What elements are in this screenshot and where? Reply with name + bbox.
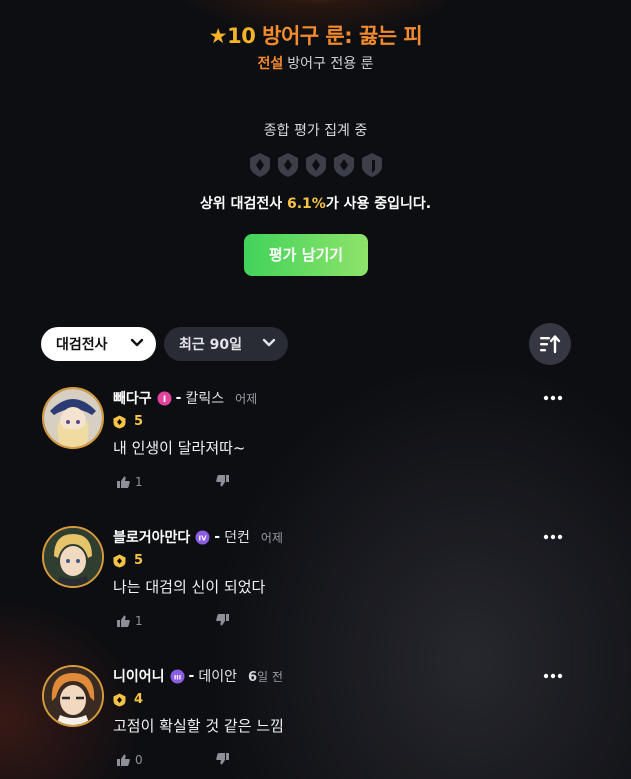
comment-time: 어제 — [260, 530, 283, 545]
character-name: 던컨 — [224, 530, 250, 546]
shield-icon — [305, 153, 326, 177]
avatar[interactable] — [42, 526, 104, 588]
comment-time: 6일 전 — [247, 669, 283, 685]
svg-text:III: III — [173, 673, 180, 681]
comment-header: 블로거아만다 IV - 던컨 어제 — [113, 526, 283, 548]
comment-rating: 4 — [113, 692, 143, 707]
rune-name: 방어구 룬: 끓는 피 — [262, 24, 423, 48]
avatar[interactable] — [42, 387, 104, 449]
period-filter-label: 최근 90일 — [179, 337, 242, 353]
rating-shield-icon — [113, 693, 126, 706]
svg-text:IV: IV — [199, 534, 208, 542]
usage-text: 상위 대검전사 6.1%가 사용 중입니다. — [0, 193, 631, 213]
username[interactable]: 니이어니 — [113, 666, 165, 686]
username[interactable]: 블로거아만다 — [113, 527, 190, 547]
like-count: 1 — [135, 614, 143, 628]
comment-header: 빼다구 I - 칼릭스 어제 — [113, 387, 257, 409]
thumbs-up-icon — [117, 476, 130, 488]
like-button[interactable]: 0 — [117, 753, 143, 767]
avatar[interactable] — [42, 665, 104, 727]
like-count: 0 — [135, 753, 143, 767]
rune-grade: 전설 — [257, 56, 284, 72]
character-name: 데이안 — [198, 669, 237, 685]
comment-text: 내 인생이 달라져따~ — [113, 439, 246, 457]
rating-shield-icon — [113, 415, 126, 428]
username[interactable]: 빼다구 — [113, 388, 152, 408]
separator-dash: - — [175, 390, 182, 406]
like-button[interactable]: 1 — [117, 475, 143, 489]
rune-title: ★10 방어구 룬: 끓는 피 — [0, 20, 631, 50]
thumbs-down-icon[interactable] — [216, 614, 229, 626]
chevron-down-icon — [262, 338, 276, 347]
rating-value: 4 — [134, 692, 144, 707]
more-options-icon[interactable] — [542, 389, 564, 407]
usage-suffix: 가 사용 중입니다. — [325, 196, 432, 212]
thumbs-down-icon[interactable] — [216, 753, 229, 765]
leave-review-button[interactable]: 평가 남기기 — [244, 234, 368, 276]
rank-badge-icon: IV — [195, 530, 210, 544]
shield-icon — [249, 153, 270, 177]
separator-dash: - — [188, 668, 195, 684]
sort-up-icon — [540, 335, 561, 354]
svg-text:I: I — [162, 395, 165, 405]
rating-shield-icon — [113, 554, 126, 567]
more-options-icon[interactable] — [542, 528, 564, 546]
separator-dash: - — [214, 529, 221, 545]
sort-button[interactable] — [529, 323, 571, 365]
avatar-image — [44, 389, 102, 447]
shield-icon — [277, 153, 298, 177]
rune-type: 방어구 전용 룬 — [287, 56, 374, 72]
thumbs-up-icon — [117, 615, 130, 627]
avatar-image — [44, 528, 102, 586]
period-filter-dropdown[interactable]: 최근 90일 — [164, 327, 288, 361]
rating-shields — [0, 152, 631, 178]
shield-icon — [333, 153, 354, 177]
comment-item: 니이어니 III - 데이안 6일 전 4 고점이 확실할 것 같은 느낌 0 — [0, 665, 631, 779]
evaluation-status: 종합 평가 집계 중 — [263, 123, 368, 139]
thumbs-up-icon — [117, 754, 130, 766]
rune-subtitle: 전설 방어구 전용 룬 — [0, 53, 631, 73]
rank-badge-icon: I — [157, 391, 172, 405]
usage-percent: 6.1% — [286, 196, 326, 212]
like-button[interactable]: 1 — [117, 614, 143, 628]
class-filter-dropdown[interactable]: 대검전사 — [41, 327, 156, 361]
rating-value: 5 — [134, 553, 144, 568]
usage-prefix: 상위 대검전사 — [199, 196, 287, 212]
character-name: 칼릭스 — [185, 391, 225, 407]
comment-time: 어제 — [235, 391, 258, 406]
chevron-down-icon — [130, 338, 144, 347]
comment-rating: 5 — [113, 414, 143, 429]
comment-item: 블로거아만다 IV - 던컨 어제 5 나는 대검의 신이 되었다 1 — [0, 526, 631, 656]
comment-item: 빼다구 I - 칼릭스 어제 5 내 인생이 달라져따~ 1 — [0, 387, 631, 517]
comment-header: 니이어니 III - 데이안 6일 전 — [113, 665, 283, 687]
rune-star-level: ★10 — [208, 24, 256, 48]
rank-badge-icon: III — [170, 669, 185, 683]
like-count: 1 — [135, 475, 143, 489]
comment-text: 고점이 확실할 것 같은 느낌 — [113, 717, 284, 735]
class-filter-label: 대검전사 — [56, 337, 108, 353]
comment-text: 나는 대검의 신이 되었다 — [113, 578, 266, 596]
more-options-icon[interactable] — [542, 667, 564, 685]
shield-icon — [361, 153, 382, 177]
avatar-image — [44, 667, 102, 725]
thumbs-down-icon[interactable] — [216, 475, 229, 487]
comment-rating: 5 — [113, 553, 143, 568]
rating-value: 5 — [134, 414, 144, 429]
